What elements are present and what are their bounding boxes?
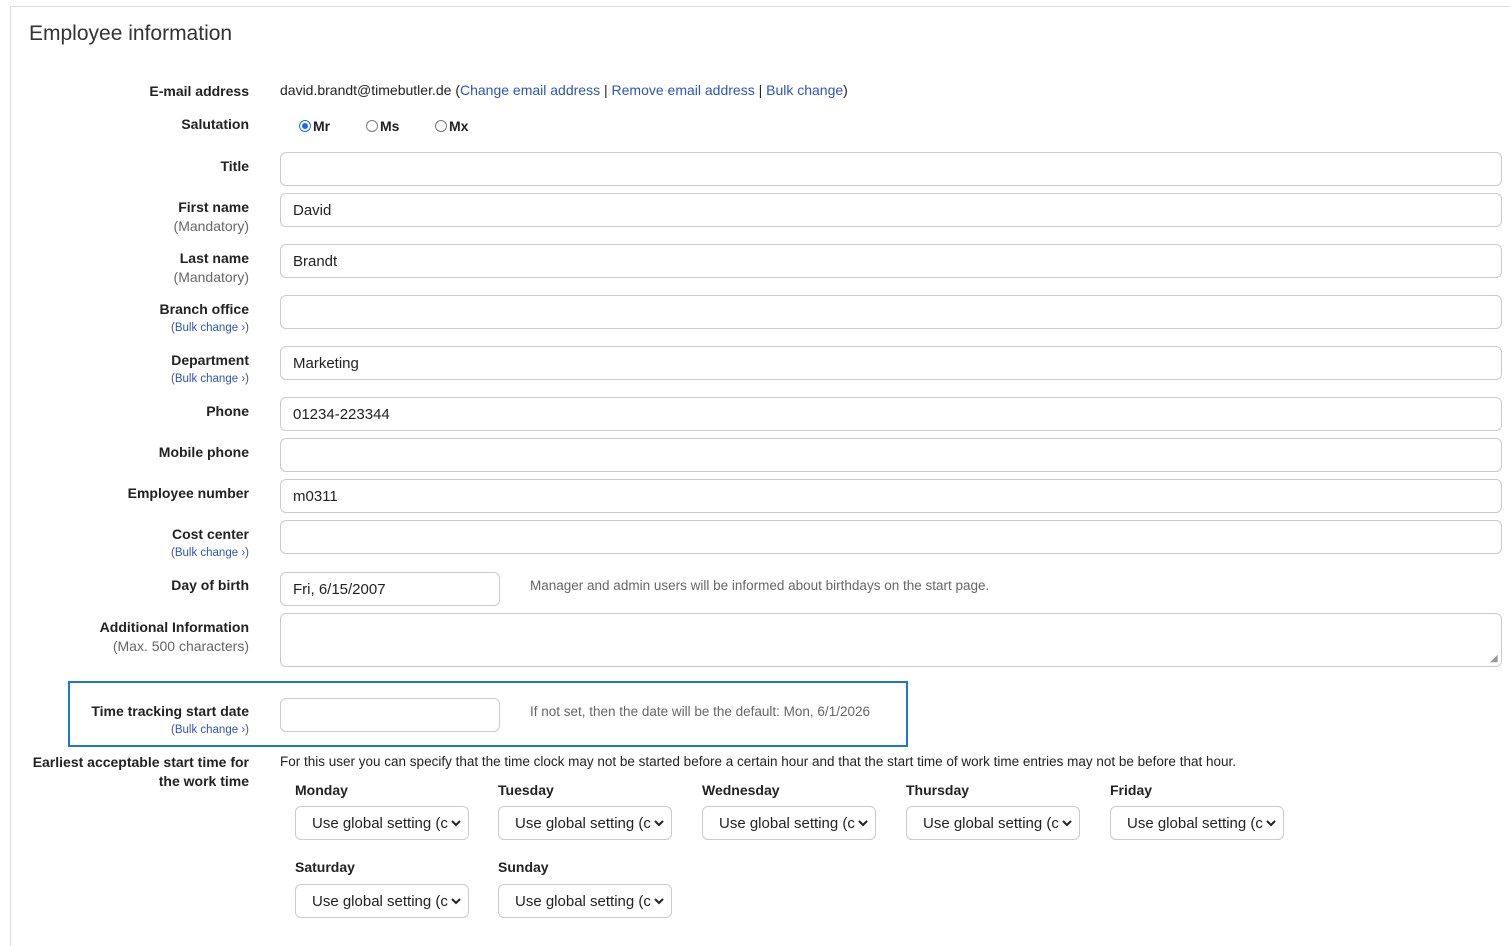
mandatory-note: (Mandatory) [173,218,249,234]
earliest-start-label: Earliest acceptable start time for the w… [33,753,249,791]
start-time-select-monday[interactable]: Use global setting (c [295,806,469,840]
separator: | [603,82,608,98]
mobile-phone-input[interactable] [280,438,1502,472]
paren-close: ) [843,82,848,98]
email-line: david.brandt@timebutler.de (Change email… [280,82,848,98]
additional-info-label: Additional Information (Max. 500 charact… [100,618,249,656]
max-chars-note: (Max. 500 characters) [112,638,249,654]
last-name-label-text: Last name [179,250,249,266]
department-input[interactable] [280,346,1502,380]
day-of-birth-input[interactable] [280,572,500,606]
select-value: Use global setting (c [515,892,651,910]
select-value: Use global setting (c [719,814,855,832]
select-value: Use global setting (c [312,814,448,832]
start-time-select-tuesday[interactable]: Use global setting (c [498,806,672,840]
time-tracking-start-input[interactable] [280,698,500,732]
select-value: Use global setting (c [515,814,651,832]
earliest-start-description: For this user you can specify that the t… [280,754,1236,769]
select-value: Use global setting (c [923,814,1059,832]
title-input[interactable] [280,152,1502,186]
bulk-change-note: (Bulk change ›) [170,322,249,334]
last-name-label: Last name (Mandatory) [174,249,249,287]
start-time-select-saturday[interactable]: Use global setting (c [295,884,469,918]
department-label: Department (Bulk change ›) [171,351,249,388]
radio-label-mx: Mx [449,118,469,134]
salutation-ms-radio[interactable]: Ms [366,118,399,134]
chevron-down-icon [451,898,461,905]
first-name-label-text: First name [178,199,249,215]
cost-center-label-text: Cost center [171,526,249,542]
bulk-change-time-tracking-link[interactable]: Bulk change › [175,724,245,736]
resize-grip-icon[interactable]: ◢ [1490,654,1500,664]
start-time-select-friday[interactable]: Use global setting (c [1110,806,1284,840]
branch-office-input[interactable] [280,295,1502,329]
page-title: Employee information [29,22,233,45]
bulk-change-note: (Bulk change ›) [170,724,249,736]
first-name-label: First name (Mandatory) [174,198,249,236]
radio-selected-icon[interactable] [299,120,311,132]
salutation-label: Salutation [181,116,249,132]
title-label: Title [220,158,249,174]
separator: | [758,82,763,98]
branch-office-label: Branch office (Bulk change ›) [160,300,249,337]
start-time-select-wednesday[interactable]: Use global setting (c [702,806,876,840]
chevron-down-icon [1266,820,1276,827]
chevron-down-icon [1062,820,1072,827]
cost-center-input[interactable] [280,520,1502,554]
remove-email-link[interactable]: Remove email address [612,82,755,98]
time-tracking-start-label: Time tracking start date (Bulk change ›) [91,702,249,739]
phone-input[interactable] [280,397,1502,431]
chevron-down-icon [451,820,461,827]
employee-number-input[interactable] [280,479,1502,513]
cost-center-label: Cost center (Bulk change ›) [171,525,249,562]
mobile-phone-label: Mobile phone [158,444,249,460]
start-time-select-sunday[interactable]: Use global setting (c [498,884,672,918]
department-label-text: Department [171,352,249,368]
additional-info-textarea[interactable] [280,613,1502,667]
email-value: david.brandt@timebutler.de [280,82,452,98]
chevron-down-icon [858,820,868,827]
start-time-select-thursday[interactable]: Use global setting (c [906,806,1080,840]
day-of-birth-label: Day of birth [171,577,249,593]
radio-label-ms: Ms [380,118,400,134]
phone-label: Phone [206,403,249,419]
select-value: Use global setting (c [312,892,448,910]
salutation-mx-radio[interactable]: Mx [435,118,468,134]
branch-office-label-text: Branch office [159,301,249,317]
radio-unselected-icon[interactable] [366,120,378,132]
birthday-hint: Manager and admin users will be informed… [530,578,990,593]
earliest-start-label-line1: Earliest acceptable start time for [32,754,249,770]
day-label-friday: Friday [1110,782,1153,798]
chevron-down-icon [654,820,664,827]
select-value: Use global setting (c [1127,814,1263,832]
email-label: E-mail address [149,83,249,99]
time-tracking-start-label-text: Time tracking start date [91,703,249,719]
first-name-input[interactable] [280,193,1502,227]
day-label-wednesday: Wednesday [702,782,780,798]
day-label-monday: Monday [295,782,348,798]
bulk-change-branch-link[interactable]: Bulk change › [175,322,245,334]
employee-info-panel [10,6,1510,946]
mandatory-note: (Mandatory) [173,269,249,285]
employee-number-label: Employee number [127,485,249,501]
day-label-tuesday: Tuesday [498,782,554,798]
chevron-down-icon [654,898,664,905]
bulk-change-email-link[interactable]: Bulk change [766,82,843,98]
change-email-link[interactable]: Change email address [460,82,600,98]
bulk-change-note: (Bulk change ›) [170,373,249,385]
day-label-thursday: Thursday [906,782,970,798]
day-label-sunday: Sunday [498,859,549,875]
bulk-change-cost-center-link[interactable]: Bulk change › [175,547,245,559]
earliest-start-label-line2: the work time [158,773,249,789]
bulk-change-department-link[interactable]: Bulk change › [175,373,245,385]
radio-unselected-icon[interactable] [435,120,447,132]
salutation-mr-radio[interactable]: Mr [299,118,330,134]
time-tracking-hint: If not set, then the date will be the de… [530,704,870,719]
additional-info-label-text: Additional Information [99,619,249,635]
day-label-saturday: Saturday [295,859,355,875]
bulk-change-note: (Bulk change ›) [170,547,249,559]
last-name-input[interactable] [280,244,1502,278]
radio-label-mr: Mr [313,118,331,134]
